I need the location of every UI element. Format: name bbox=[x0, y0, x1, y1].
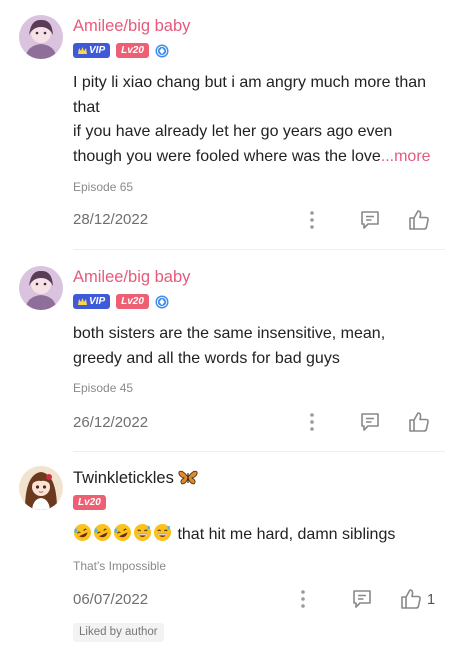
level-badge: Lv20 bbox=[73, 495, 106, 510]
vertical-dots-icon bbox=[301, 590, 305, 608]
comment-date: 06/07/2022 bbox=[73, 591, 149, 608]
comment-date: 26/12/2022 bbox=[73, 414, 149, 431]
more-options-button[interactable] bbox=[306, 209, 318, 231]
avatar[interactable] bbox=[19, 466, 63, 510]
divider bbox=[73, 451, 445, 452]
liked-by-author-badge: Liked by author bbox=[73, 623, 164, 642]
avatar[interactable] bbox=[19, 266, 63, 310]
comment-bubble-icon bbox=[361, 413, 379, 431]
reply-button[interactable] bbox=[351, 588, 373, 610]
comment-line: I pity li xiao chang but i am angry much… bbox=[73, 74, 427, 91]
comment-bubble-icon bbox=[353, 590, 371, 608]
vip-badge: VIP bbox=[73, 294, 111, 309]
comment-line-last: though you were fooled where was the lov… bbox=[73, 145, 453, 170]
divider bbox=[73, 249, 445, 250]
comment-line: though you were fooled where was the lov… bbox=[73, 147, 381, 165]
like-count: 1 bbox=[427, 592, 436, 608]
username[interactable]: Amilee/big baby bbox=[73, 17, 190, 36]
comment-text: both sisters are the same insensitive, m… bbox=[73, 322, 453, 371]
diamond-badge-icon bbox=[155, 295, 169, 308]
crown-icon bbox=[78, 46, 87, 54]
comment-line: both sisters are the same insensitive, m… bbox=[73, 325, 386, 342]
comment-date: 28/12/2022 bbox=[73, 211, 149, 228]
username[interactable]: Amilee/big baby bbox=[73, 268, 190, 287]
level-badge: Lv20 bbox=[116, 43, 149, 58]
grinning-sweat-emoji bbox=[133, 523, 152, 542]
comment-text: I pity li xiao chang but i am angry much… bbox=[73, 71, 453, 169]
avatar[interactable] bbox=[19, 15, 63, 59]
comment-text: that hit me hard, damn siblings bbox=[73, 523, 453, 548]
comment-line: if you have already let her go years ago… bbox=[73, 123, 393, 140]
comment-line: that bbox=[73, 98, 100, 116]
episode-label[interactable]: Episode 45 bbox=[73, 381, 133, 395]
badges: VIP Lv20 bbox=[73, 294, 169, 309]
vertical-dots-icon bbox=[310, 211, 314, 229]
badges: VIP Lv20 bbox=[73, 43, 169, 58]
episode-label[interactable]: That's Impossible bbox=[73, 559, 166, 573]
rofl-emoji bbox=[93, 523, 112, 542]
username[interactable]: Twinkletickles bbox=[73, 469, 198, 488]
butterfly-icon bbox=[178, 470, 198, 485]
more-link[interactable]: ...more bbox=[381, 148, 431, 165]
like-button[interactable] bbox=[399, 587, 423, 611]
thumbs-up-icon bbox=[409, 412, 429, 432]
comment-line: that hit me hard, damn siblings bbox=[73, 523, 453, 548]
rofl-emoji bbox=[73, 523, 92, 542]
reply-button[interactable] bbox=[359, 209, 381, 231]
level-badge: Lv20 bbox=[116, 294, 149, 309]
comment-bubble-icon bbox=[361, 211, 379, 229]
more-options-button[interactable] bbox=[297, 588, 309, 610]
vip-label: VIP bbox=[89, 296, 106, 307]
episode-label[interactable]: Episode 65 bbox=[73, 180, 133, 194]
comment-line: greedy and all the words for bad guys bbox=[73, 349, 340, 367]
reply-button[interactable] bbox=[359, 411, 381, 433]
thumbs-up-icon bbox=[401, 589, 421, 609]
username-text: Twinkletickles bbox=[73, 469, 174, 487]
comment-text-content: that hit me hard, damn siblings bbox=[177, 526, 396, 543]
diamond-badge-icon bbox=[155, 44, 169, 57]
thumbs-up-icon bbox=[409, 210, 429, 230]
rofl-emoji bbox=[113, 523, 132, 542]
vertical-dots-icon bbox=[310, 413, 314, 431]
like-button[interactable] bbox=[407, 410, 431, 434]
grinning-sweat-emoji bbox=[153, 523, 172, 542]
badges: Lv20 bbox=[73, 495, 106, 510]
like-button[interactable] bbox=[407, 208, 431, 232]
vip-badge: VIP bbox=[73, 43, 111, 58]
crown-icon bbox=[78, 297, 87, 305]
more-options-button[interactable] bbox=[306, 411, 318, 433]
vip-label: VIP bbox=[89, 45, 106, 56]
